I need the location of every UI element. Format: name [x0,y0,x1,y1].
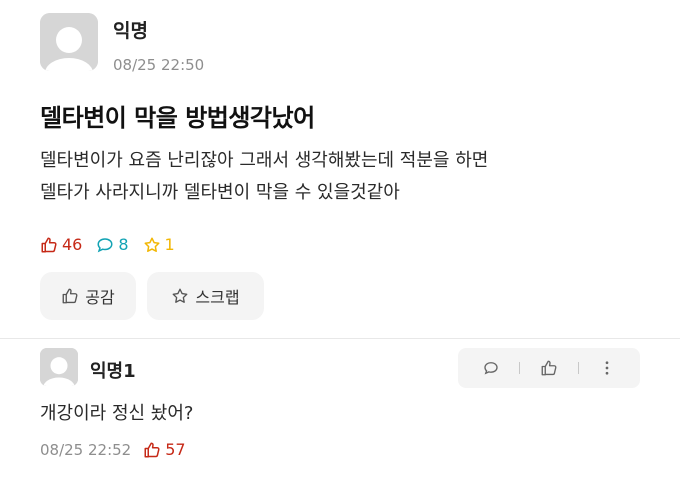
more-vertical-icon [605,361,609,375]
post-body-line: 델타변이가 요즘 난리잖아 그래서 생각해봤는데 적분을 하면 [40,150,489,171]
thumbs-up-icon [144,442,160,457]
star-icon [144,237,160,252]
thumbs-up-icon [41,237,57,252]
like-count: 46 [40,235,82,254]
scrap-count: 1 [143,235,175,254]
thumbs-up-icon [62,288,78,304]
post-time: 08/25 22:50 [113,56,205,74]
comment-author: 익명1 [90,361,136,382]
like-button[interactable]: 공감 [40,272,136,320]
like-button-label: 공감 [85,288,115,307]
star-icon [172,288,188,303]
action-separator [577,362,579,374]
action-separator [519,362,521,374]
section-divider [0,338,680,339]
speech-bubble-icon [97,237,113,252]
post-body: 델타변이가 요즘 난리잖아 그래서 생각해봤는데 적분을 하면 델타가 사라지니… [40,145,488,209]
post-title: 델타변이 막을 방법생각났어 [40,104,315,132]
comment-like-button[interactable] [540,359,558,377]
like-count-value: 46 [62,235,83,254]
speech-bubble-icon [484,362,498,375]
comment-like-count: 57 [143,440,186,459]
comment-time: 08/25 22:52 [40,440,132,459]
thumbs-up-icon [541,360,557,376]
post-body-line: 델타가 사라지니까 델타변이 막을 수 있을것같아 [40,182,400,203]
post-avatar [40,13,98,71]
scrap-button[interactable]: 스크랩 [147,272,264,320]
post-stats: 46 8 1 [40,235,175,254]
comment-avatar [40,348,78,386]
comment-like-count-value: 57 [165,440,186,459]
scrap-count-value: 1 [164,235,175,254]
avatar-icon [40,348,78,386]
scrap-button-label: 스크랩 [195,288,240,307]
comment-actions [458,348,640,388]
more-options-button[interactable] [598,359,616,377]
post-author: 익명 [113,20,148,42]
reply-button[interactable] [482,359,500,377]
comment-count-value: 8 [118,235,129,254]
comment-text: 개강이라 정신 놨어? [40,403,194,424]
comment-count: 8 [96,235,129,254]
comment-meta: 08/25 22:52 57 [40,440,186,459]
avatar-icon [40,13,98,71]
